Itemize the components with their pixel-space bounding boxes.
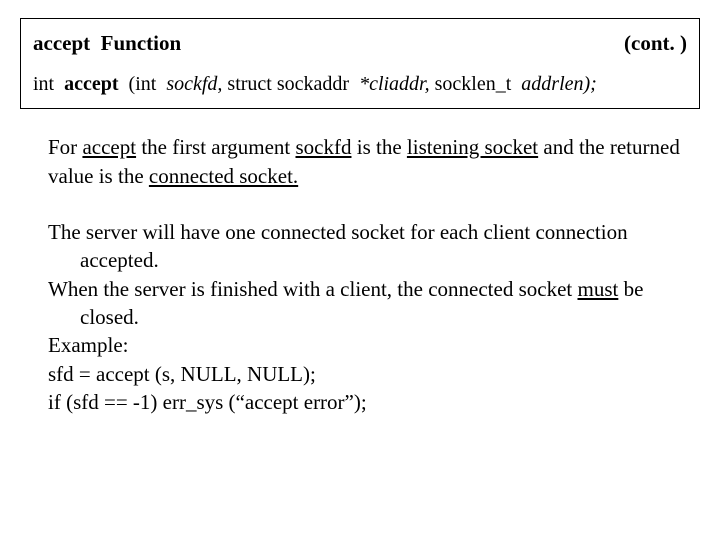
p1-e: is the bbox=[351, 135, 406, 159]
p1-listening: listening socket bbox=[407, 135, 538, 159]
proto-arg2: *cliaddr, bbox=[359, 73, 430, 95]
p1-sockfd: sockfd bbox=[295, 135, 351, 159]
line-2: When the server is finished with a clien… bbox=[48, 275, 690, 332]
line-5: if (sfd == -1) err_sys (“accept error”); bbox=[48, 388, 690, 416]
p1-accept: accept bbox=[82, 135, 136, 159]
title-word-function: Function bbox=[101, 31, 182, 55]
p1-connected: connected socket. bbox=[149, 164, 298, 188]
proto-fn: accept bbox=[64, 73, 118, 95]
proto-mid2: socklen_t bbox=[435, 73, 512, 95]
title-word-accept: accept bbox=[33, 31, 90, 55]
list-block: The server will have one connected socke… bbox=[48, 218, 690, 416]
proto-mid: struct sockaddr bbox=[227, 73, 349, 95]
l2a: When the server is finished with a clien… bbox=[48, 277, 577, 301]
line-3: Example: bbox=[48, 331, 690, 359]
header-cont: (cont. ) bbox=[624, 29, 687, 57]
proto-arg1: sockfd, bbox=[166, 73, 222, 95]
header-title: accept Function bbox=[33, 29, 181, 57]
p1-c: the first argument bbox=[136, 135, 295, 159]
line-1: The server will have one connected socke… bbox=[48, 218, 690, 275]
proto-open: (int bbox=[129, 73, 157, 95]
p1-a: For bbox=[48, 135, 82, 159]
l2b: must bbox=[577, 277, 618, 301]
header-row: accept Function (cont. ) bbox=[33, 29, 687, 57]
proto-arg3: addrlen); bbox=[521, 73, 597, 95]
header-box: accept Function (cont. ) int accept (int… bbox=[20, 18, 700, 109]
prototype-line: int accept (int sockfd, struct sockaddr … bbox=[33, 71, 687, 98]
body-area: For accept the first argument sockfd is … bbox=[20, 133, 700, 416]
slide: accept Function (cont. ) int accept (int… bbox=[0, 0, 720, 540]
paragraph-1: For accept the first argument sockfd is … bbox=[48, 133, 690, 190]
line-4: sfd = accept (s, NULL, NULL); bbox=[48, 360, 690, 388]
proto-return: int bbox=[33, 73, 54, 95]
